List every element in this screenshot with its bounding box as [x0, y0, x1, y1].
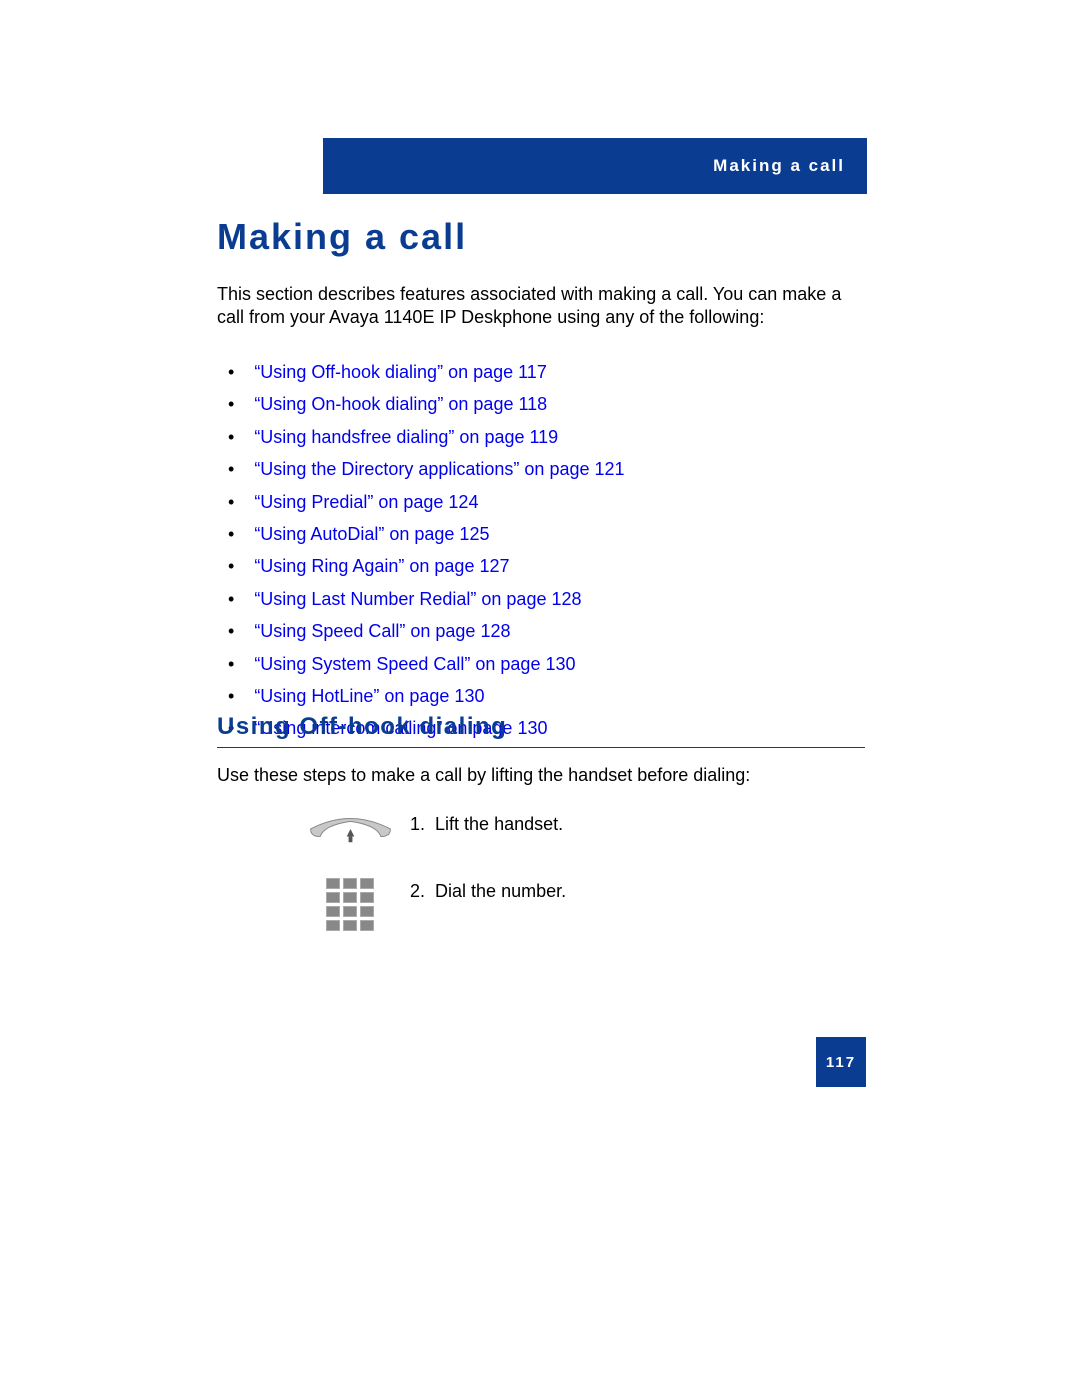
- bullet-icon: •: [228, 620, 234, 643]
- handset-icon: [290, 808, 410, 853]
- xref-link[interactable]: “Using Last Number Redial” on page 128: [254, 588, 581, 611]
- xref-link[interactable]: “Using the Directory applications” on pa…: [254, 458, 624, 481]
- list-item: • “Using Speed Call” on page 128: [228, 620, 858, 643]
- page-title: Making a call: [217, 216, 467, 258]
- bullet-icon: •: [228, 393, 234, 416]
- link-list: • “Using Off-hook dialing” on page 117 •…: [228, 361, 858, 750]
- step-number: 2.: [410, 881, 425, 901]
- step-label: Dial the number.: [435, 881, 566, 901]
- bullet-icon: •: [228, 523, 234, 546]
- step-text: 2. Dial the number.: [410, 875, 850, 902]
- bullet-icon: •: [228, 555, 234, 578]
- bullet-icon: •: [228, 491, 234, 514]
- xref-link[interactable]: “Using On-hook dialing” on page 118: [254, 393, 547, 416]
- step-label: Lift the handset.: [435, 814, 563, 834]
- header-title: Making a call: [713, 156, 845, 176]
- keypad-icon: [290, 875, 410, 934]
- section-heading: Using Off-hook dialing: [217, 713, 865, 748]
- xref-link[interactable]: “Using AutoDial” on page 125: [254, 523, 489, 546]
- bullet-icon: •: [228, 361, 234, 384]
- list-item: • “Using AutoDial” on page 125: [228, 523, 858, 546]
- intro-paragraph: This section describes features associat…: [217, 283, 857, 330]
- xref-link[interactable]: “Using Off-hook dialing” on page 117: [254, 361, 547, 384]
- page-number: 117: [826, 1054, 856, 1071]
- list-item: • “Using Predial” on page 124: [228, 491, 858, 514]
- xref-link[interactable]: “Using Ring Again” on page 127: [254, 555, 509, 578]
- list-item: • “Using System Speed Call” on page 130: [228, 653, 858, 676]
- list-item: • “Using handsfree dialing” on page 119: [228, 426, 858, 449]
- bullet-icon: •: [228, 458, 234, 481]
- list-item: • “Using On-hook dialing” on page 118: [228, 393, 858, 416]
- page-number-box: 117: [816, 1037, 866, 1087]
- xref-link[interactable]: “Using Predial” on page 124: [254, 491, 478, 514]
- xref-link[interactable]: “Using handsfree dialing” on page 119: [254, 426, 558, 449]
- list-item: • “Using Ring Again” on page 127: [228, 555, 858, 578]
- step-item: 2. Dial the number.: [290, 875, 850, 934]
- list-item: • “Using Last Number Redial” on page 128: [228, 588, 858, 611]
- steps-list: 1. Lift the handset. 2. Dial the number.: [290, 808, 850, 956]
- list-item: • “Using HotLine” on page 130: [228, 685, 858, 708]
- step-item: 1. Lift the handset.: [290, 808, 850, 853]
- bullet-icon: •: [228, 588, 234, 611]
- xref-link[interactable]: “Using System Speed Call” on page 130: [254, 653, 575, 676]
- xref-link[interactable]: “Using Speed Call” on page 128: [254, 620, 510, 643]
- step-text: 1. Lift the handset.: [410, 808, 850, 835]
- bullet-icon: •: [228, 685, 234, 708]
- bullet-icon: •: [228, 426, 234, 449]
- bullet-icon: •: [228, 653, 234, 676]
- header-bar: Making a call: [323, 138, 867, 194]
- xref-link[interactable]: “Using HotLine” on page 130: [254, 685, 484, 708]
- section-intro: Use these steps to make a call by liftin…: [217, 765, 750, 786]
- step-number: 1.: [410, 814, 425, 834]
- list-item: • “Using Off-hook dialing” on page 117: [228, 361, 858, 384]
- list-item: • “Using the Directory applications” on …: [228, 458, 858, 481]
